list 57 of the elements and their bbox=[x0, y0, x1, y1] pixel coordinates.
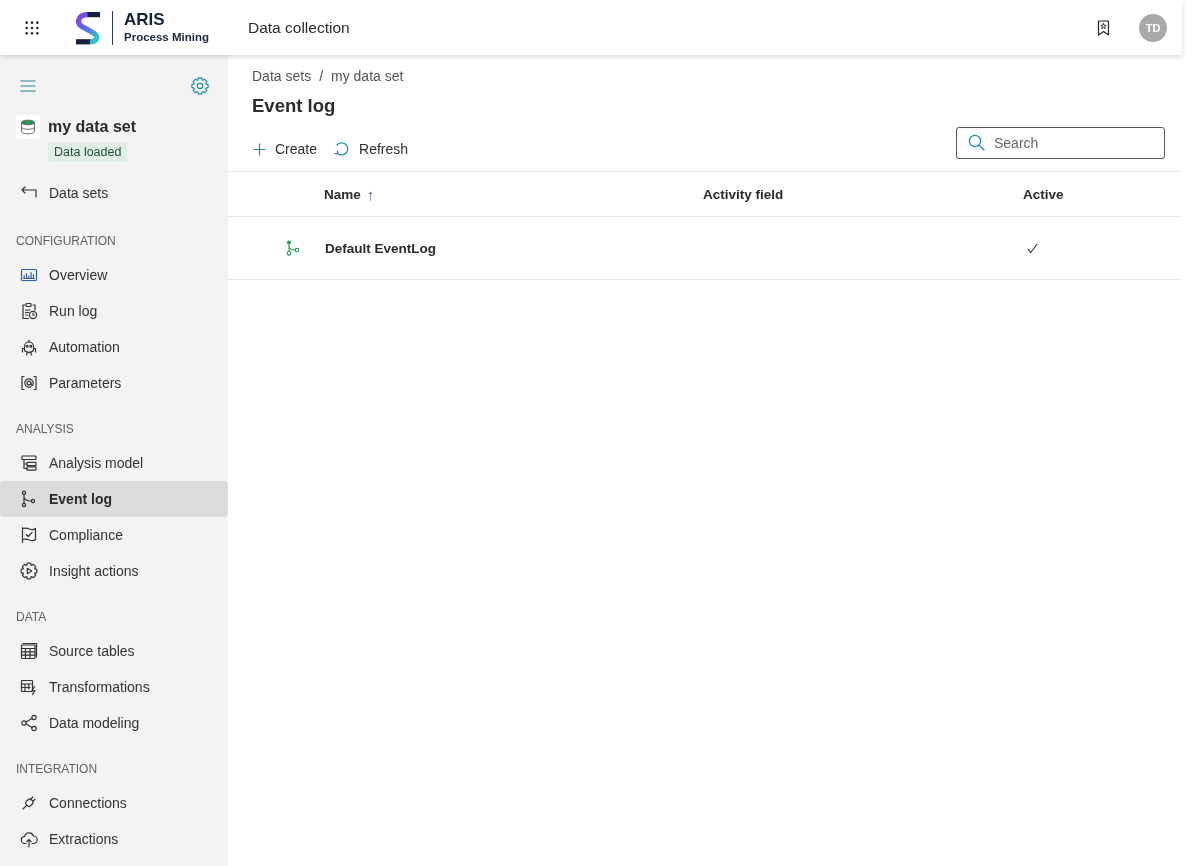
nav-item[interactable]: Analysis model bbox=[0, 445, 228, 481]
nav-item[interactable]: Connections bbox=[0, 785, 228, 821]
gear-play-icon bbox=[20, 562, 38, 580]
nav-item[interactable]: Transformations bbox=[0, 669, 228, 705]
section-heading: INTEGRATION bbox=[16, 761, 99, 777]
breadcrumb-link[interactable]: Data sets bbox=[252, 68, 312, 84]
table-bolt-icon bbox=[20, 678, 38, 696]
cloud-upload-icon bbox=[20, 830, 38, 848]
breadcrumb-separator: / bbox=[319, 68, 324, 84]
column-header[interactable]: Name ↑ bbox=[324, 185, 375, 203]
clipboard-clock-icon bbox=[20, 302, 38, 320]
nav-item[interactable]: Automation bbox=[0, 329, 228, 365]
page-heading: Event log bbox=[252, 94, 336, 118]
robot-icon bbox=[20, 338, 38, 356]
refresh-icon bbox=[334, 141, 351, 157]
flag-check-icon bbox=[20, 526, 38, 544]
nav-item[interactable]: Parameters bbox=[0, 365, 228, 401]
database-icon bbox=[16, 115, 40, 139]
table-icon bbox=[20, 642, 38, 660]
app-subtitle: Process Mining bbox=[124, 30, 209, 45]
logo-icon bbox=[75, 10, 101, 45]
branch-icon bbox=[286, 240, 300, 256]
section-heading: DATA bbox=[16, 609, 48, 625]
column-header[interactable]: Active bbox=[1023, 186, 1064, 202]
search-field[interactable]: Search bbox=[956, 127, 1165, 159]
settings-icon[interactable] bbox=[191, 77, 209, 95]
nav-item[interactable]: Overview bbox=[0, 257, 228, 293]
dataset-name: my data set bbox=[48, 118, 137, 136]
nav-item[interactable]: Run log bbox=[0, 293, 228, 329]
share-nodes-icon bbox=[20, 714, 38, 732]
back-link[interactable]: Data sets bbox=[0, 175, 228, 211]
nav-item[interactable]: Source tables bbox=[0, 633, 228, 669]
create-button[interactable]: Create bbox=[252, 137, 318, 161]
plug-icon bbox=[20, 794, 38, 812]
bookmark-star-icon[interactable] bbox=[1097, 19, 1110, 36]
dot-grid-icon[interactable] bbox=[24, 19, 40, 36]
nav-item[interactable]: Compliance bbox=[0, 517, 228, 553]
section-heading: ANALYSIS bbox=[16, 421, 75, 437]
status-badge: Data loaded bbox=[48, 143, 128, 162]
branch-icon bbox=[20, 490, 38, 508]
nav-item[interactable]: Data modeling bbox=[0, 705, 228, 741]
search-icon bbox=[968, 134, 985, 151]
plus-icon bbox=[253, 142, 266, 156]
nav-item[interactable]: Insight actions bbox=[0, 553, 228, 589]
app-name: ARIS bbox=[124, 10, 165, 29]
header-title: Data collection bbox=[248, 18, 350, 37]
at-sign-icon bbox=[20, 374, 38, 392]
column-header[interactable]: Activity field bbox=[703, 186, 784, 202]
table-cell: Default EventLog bbox=[324, 240, 436, 256]
breadcrumb-link[interactable]: my data set bbox=[331, 68, 404, 84]
chart-icon bbox=[20, 266, 38, 284]
sort-arrow-icon: ↑ bbox=[366, 185, 375, 203]
nav-item[interactable]: Event log bbox=[0, 481, 228, 517]
hierarchy-icon bbox=[20, 454, 38, 472]
section-heading: CONFIGURATION bbox=[16, 233, 117, 249]
refresh-button[interactable]: Refresh bbox=[333, 137, 409, 161]
nav-item[interactable]: Extractions bbox=[0, 821, 228, 857]
